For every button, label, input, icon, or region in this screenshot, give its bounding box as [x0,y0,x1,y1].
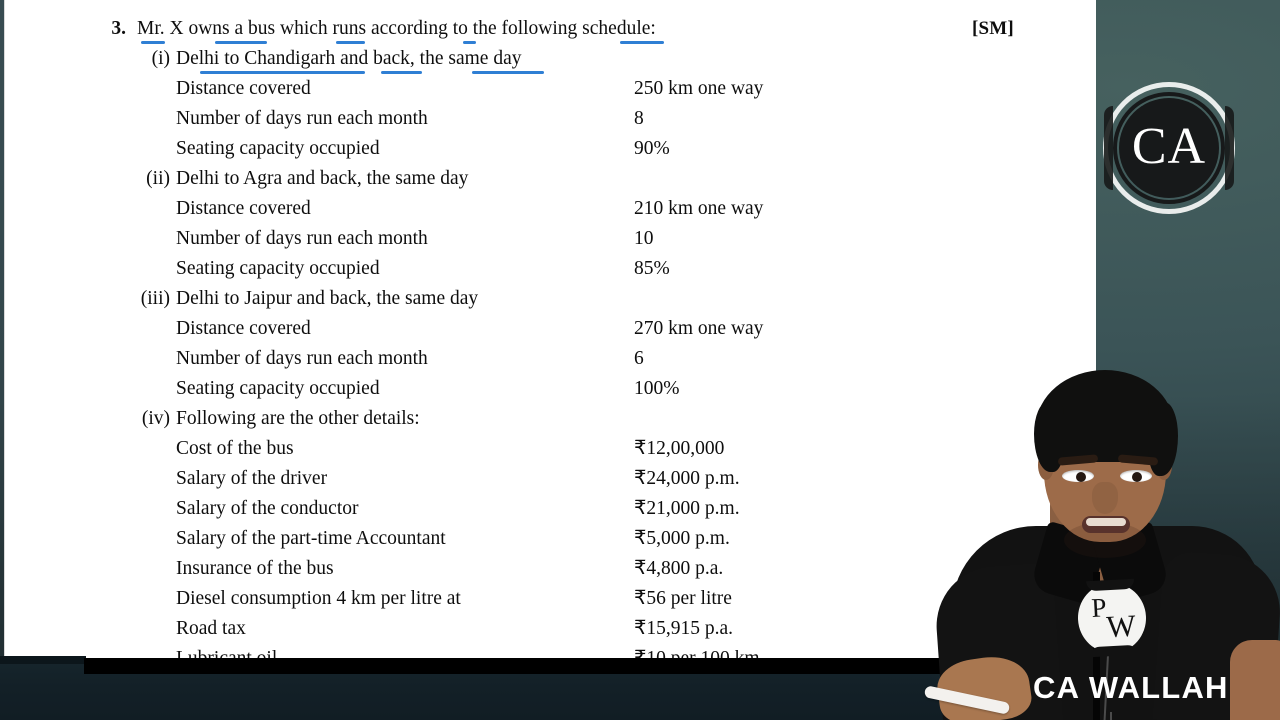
underline-annotation [215,41,267,44]
section-heading-text: Delhi to Jaipur and back, the same day [176,288,479,309]
section-heading-text: Delhi to Chandigarh and back, the same d… [176,48,522,69]
presenter-arm-right [1230,640,1280,720]
detail-label: Insurance of the bus [176,558,334,579]
detail-value: 210 km one way [634,198,764,219]
underline-annotation [620,41,664,44]
presenter-pupil-right [1132,472,1142,482]
detail-label: Distance covered [176,78,311,99]
underline-annotation [472,71,544,74]
presenter-pupil-left [1076,472,1086,482]
detail-value: 250 km one way [634,78,764,99]
detail-label: Seating capacity occupied [176,138,380,159]
detail-row: Seating capacity occupied 85% [4,254,1096,284]
underline-annotation [200,71,365,74]
detail-value: 10 [634,228,654,249]
presenter-nose [1092,482,1118,514]
question-text: Mr. X owns a bus which runs according to… [137,18,656,39]
underline-annotation [141,41,165,44]
section-heading-text: Delhi to Agra and back, the same day [176,168,469,189]
detail-value: ₹21,000 p.m. [634,498,740,519]
detail-row: Seating capacity occupied 90% [4,134,1096,164]
detail-value: ₹15,915 p.a. [634,618,734,639]
presenter-teeth [1086,518,1126,526]
pw-logo-letter-p: P [1090,592,1108,624]
underline-annotation [336,41,365,44]
screen: 3. Mr. X owns a bus which runs according … [0,0,1280,720]
underline-annotation [381,71,422,74]
detail-label: Number of days run each month [176,228,428,249]
microphone-wire-lower [1110,712,1112,720]
detail-value: ₹10 per 100 km [634,644,760,658]
section-heading-text: Following are the other details: [176,408,420,429]
pw-logo-letter-w: W [1105,607,1137,645]
section-roman-numeral: (ii) [146,168,170,189]
question-number: 3. [111,18,126,39]
presenter-mouth [1082,516,1130,533]
detail-label: Seating capacity occupied [176,378,380,399]
marks-tag: [SM] [972,18,1014,39]
detail-value: 270 km one way [634,318,764,339]
detail-value: 90% [634,138,670,159]
detail-label: Salary of the driver [176,468,328,489]
detail-value: ₹12,00,000 [634,438,725,459]
detail-label: Seating capacity occupied [176,258,380,279]
presenter-video: P W CA WALLAH [923,340,1280,720]
underline-annotation [463,41,476,44]
question-line: 3. Mr. X owns a bus which runs according … [4,14,1096,44]
detail-value: ₹24,000 p.m. [634,468,740,489]
section-roman-numeral: (iv) [141,408,170,429]
detail-label: Road tax [176,618,246,639]
section-roman-numeral: (i) [151,48,170,69]
detail-label: Distance covered [176,318,311,339]
detail-label: Lubricant oil [176,644,277,658]
strip-left-shadow [0,656,86,664]
detail-value: 85% [634,258,670,279]
detail-label: Salary of the conductor [176,498,359,519]
detail-row: Distance covered 250 km one way [4,74,1096,104]
ca-logo-text: CA [1131,118,1207,175]
detail-value: ₹4,800 p.a. [634,558,724,579]
detail-row: Number of days run each month 8 [4,104,1096,134]
section-heading-line: (ii) Delhi to Agra and back, the same day [4,164,1096,194]
section-heading-line: (iii) Delhi to Jaipur and back, the same … [4,284,1096,314]
detail-label: Diesel consumption 4 km per litre at [176,588,461,609]
detail-label: Cost of the bus [176,438,294,459]
detail-value: ₹56 per litre [634,588,732,609]
detail-row: Distance covered 210 km one way [4,194,1096,224]
detail-value: ₹5,000 p.m. [634,528,730,549]
detail-label: Number of days run each month [176,348,428,369]
section-roman-numeral: (iii) [140,288,170,309]
detail-label: Distance covered [176,198,311,219]
detail-value: 8 [634,108,644,129]
detail-row: Number of days run each month 10 [4,224,1096,254]
detail-value: 100% [634,378,680,399]
detail-label: Number of days run each month [176,108,428,129]
shirt-brand-text: CA WALLAH [1033,670,1229,705]
section-heading-line: (i) Delhi to Chandigarh and back, the sam… [4,44,1096,74]
detail-label: Salary of the part-time Accountant [176,528,446,549]
pw-logo: P W [1076,578,1148,658]
ca-logo: CA [1103,82,1235,214]
pw-logo-letters: P W [1076,581,1148,654]
detail-value: 6 [634,348,644,369]
